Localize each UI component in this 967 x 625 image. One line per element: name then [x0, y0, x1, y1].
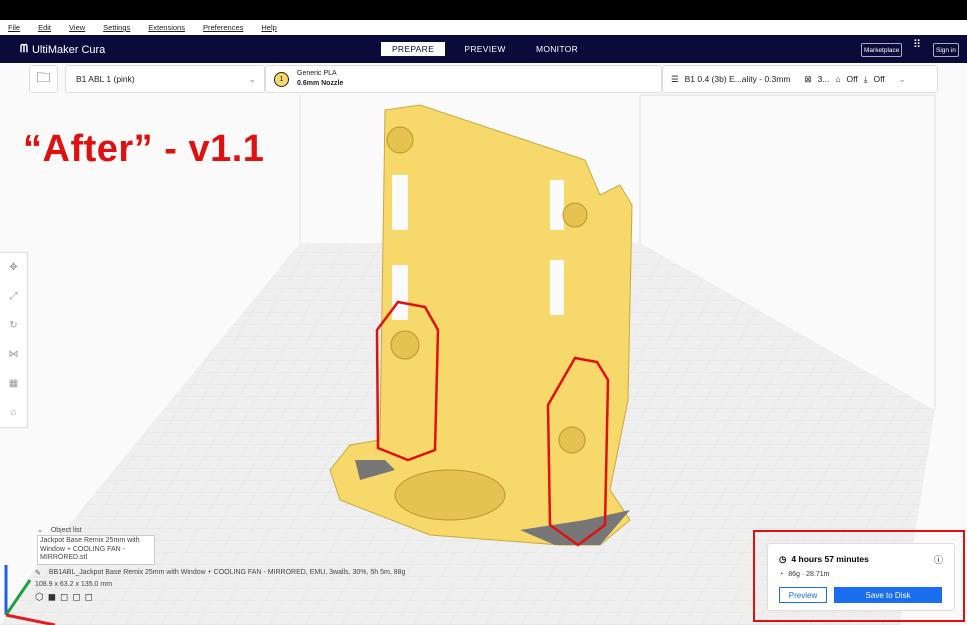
material-spool-icon: ◔	[779, 571, 783, 578]
per-model-settings-icon[interactable]: ▦	[9, 378, 18, 389]
print-time: 4 hours 57 minutes	[791, 554, 868, 565]
view-right-icon[interactable]: ◻	[85, 592, 93, 603]
menu-extensions[interactable]: Extensions	[148, 23, 185, 32]
menu-bar: File Edit View Settings Extensions Prefe…	[0, 20, 967, 35]
chevron-down-icon: ⌄	[899, 74, 906, 85]
model-dimensions: 108.9 x 63.2 x 135.0 mm	[35, 581, 405, 588]
object-list-toggle[interactable]: ⌄ Object list	[37, 526, 405, 534]
view-top-icon[interactable]: ◻	[60, 592, 68, 603]
view-left-icon[interactable]: ◻	[72, 592, 80, 603]
object-list-item[interactable]: Jackpot Base Remix 25mm with Window + CO…	[37, 535, 155, 565]
support-value: Off	[847, 74, 858, 84]
sign-in-button[interactable]: Sign in	[933, 43, 959, 57]
menu-view[interactable]: View	[69, 23, 85, 32]
ultimaker-logo-icon: ᗰ	[20, 43, 28, 56]
support-icon: ⌂	[835, 74, 840, 84]
folder-icon: 🗀	[37, 67, 51, 91]
apps-grid-icon[interactable]: ⠿	[913, 43, 920, 48]
nozzle-size: 0.6mm Nozzle	[297, 79, 343, 89]
support-blocker-icon[interactable]: ⌂	[10, 407, 16, 418]
material-selector[interactable]: 1 Generic PLA0.6mm Nozzle	[265, 65, 662, 93]
window-top-bar	[0, 0, 967, 20]
app-title: UltiMaker Cura	[32, 44, 105, 56]
print-settings-selector[interactable]: ☰ B1 0.4 (3b) E...ality - 0.3mm ⊠ 3... ⌂ O…	[662, 65, 938, 93]
object-line: MIRRORED.stl	[40, 554, 152, 563]
adhesion-value: Off	[873, 74, 884, 84]
tab-preview[interactable]: PREVIEW	[453, 42, 517, 56]
rotate-tool-icon[interactable]: ↻	[9, 320, 17, 331]
app-header: ᗰUltiMaker Cura PREPARE PREVIEW MONITOR …	[0, 35, 967, 63]
menu-settings[interactable]: Settings	[103, 23, 130, 32]
object-list-panel: ⌄ Object list Jackpot Base Remix 25mm wi…	[35, 526, 405, 603]
profile-name: B1 0.4 (3b) E...ality - 0.3mm	[685, 74, 791, 84]
infill-value: 3...	[818, 74, 830, 84]
preview-button[interactable]: Preview	[779, 587, 827, 603]
info-icon[interactable]: ⓘ	[934, 553, 943, 566]
job-name[interactable]: BB1ABL_Jackpot Base Remix 25mm with Wind…	[49, 569, 406, 577]
save-to-disk-button[interactable]: Save to Disk	[834, 587, 942, 603]
object-list-label: Object list	[51, 527, 82, 534]
scale-tool-icon[interactable]: ⤢	[10, 291, 18, 302]
menu-file[interactable]: File	[8, 23, 20, 32]
infill-icon: ⊠	[804, 74, 811, 85]
material-usage: 86g · 28.71m	[788, 571, 829, 578]
tool-sidebar: ✥ ⤢ ↻ ⋈ ▦ ⌂	[0, 252, 28, 428]
view-3d-icon[interactable]: ⬡	[35, 592, 44, 603]
menu-edit[interactable]: Edit	[38, 23, 51, 32]
mirror-tool-icon[interactable]: ⋈	[9, 349, 19, 360]
marketplace-button[interactable]: Marketplace	[861, 43, 902, 57]
clock-icon: ◷	[779, 554, 786, 565]
adhesion-icon: ⤓	[864, 74, 868, 85]
printer-name: B1 ABL 1 (pink)	[76, 74, 135, 84]
move-tool-icon[interactable]: ✥	[9, 262, 17, 273]
print-estimate-panel: ◷ 4 hours 57 minutes ⓘ ◔ 86g · 28.71m Prev…	[767, 543, 955, 611]
chevron-down-icon: ⌄	[37, 527, 43, 534]
printer-selector[interactable]: B1 ABL 1 (pink) ⌄	[65, 65, 265, 93]
menu-help[interactable]: Help	[261, 23, 276, 32]
chevron-down-icon: ⌄	[249, 74, 256, 85]
tab-prepare[interactable]: PREPARE	[381, 42, 445, 56]
object-line: Window + COOLING FAN -	[40, 546, 152, 555]
open-file-button[interactable]: 🗀	[29, 65, 58, 93]
settings-sliders-icon: ☰	[671, 74, 679, 85]
menu-preferences[interactable]: Preferences	[203, 23, 243, 32]
material-name: Generic PLA	[297, 69, 343, 79]
tab-monitor[interactable]: MONITOR	[525, 42, 589, 56]
annotation-title: “After” - v1.1	[23, 128, 264, 171]
edit-pencil-icon[interactable]: ✎	[35, 569, 41, 577]
app-logo: ᗰ UltiMaker Cura	[20, 43, 105, 56]
object-line: Jackpot Base Remix 25mm with	[40, 537, 152, 546]
view-front-icon[interactable]: ◼	[48, 592, 56, 603]
extruder-badge: 1	[274, 72, 289, 87]
